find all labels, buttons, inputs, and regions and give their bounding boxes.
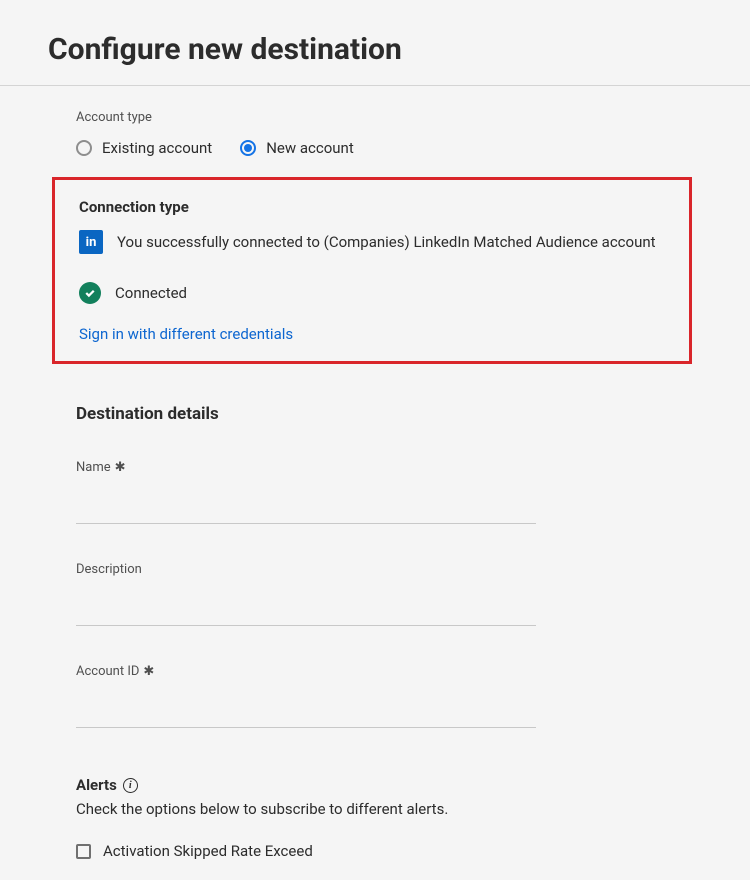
field-description-label: Description (76, 562, 702, 577)
radio-new-label: New account (266, 139, 354, 157)
account-id-input[interactable] (76, 707, 536, 728)
title-divider (0, 85, 750, 86)
account-type-radio-group: Existing account New account (76, 139, 702, 157)
field-name-group: Name ✱ (76, 460, 702, 524)
info-icon[interactable]: i (123, 778, 138, 793)
radio-existing-label: Existing account (102, 139, 212, 157)
page-title: Configure new destination (48, 32, 702, 67)
name-input[interactable] (76, 503, 536, 524)
alerts-header: Alerts i (76, 776, 702, 794)
alert-activation-skipped-row: Activation Skipped Rate Exceed (76, 842, 702, 860)
field-accountid-label-text: Account ID (76, 664, 139, 679)
linkedin-icon: in (79, 230, 103, 254)
account-type-label: Account type (76, 110, 702, 125)
check-icon (79, 282, 101, 304)
field-description-group: Description (76, 562, 702, 626)
alert-activation-skipped-checkbox[interactable] (76, 844, 91, 859)
connection-highlight-box: Connection type in You successfully conn… (52, 177, 692, 364)
radio-circle-icon (76, 140, 92, 156)
required-asterisk-icon: ✱ (143, 664, 154, 679)
field-description-label-text: Description (76, 562, 142, 577)
content-area: Account type Existing account New accoun… (48, 110, 702, 860)
alert-activation-skipped-label: Activation Skipped Rate Exceed (103, 842, 313, 860)
description-input[interactable] (76, 605, 536, 626)
field-name-label-text: Name (76, 460, 111, 475)
alerts-description: Check the options below to subscribe to … (76, 800, 702, 818)
connection-status-label: Connected (115, 284, 187, 302)
required-asterisk-icon: ✱ (115, 460, 126, 475)
field-name-label: Name ✱ (76, 460, 702, 475)
alerts-title: Alerts (76, 776, 117, 794)
field-accountid-label: Account ID ✱ (76, 664, 702, 679)
radio-circle-selected-icon (240, 140, 256, 156)
sign-in-different-link[interactable]: Sign in with different credentials (79, 325, 293, 343)
field-accountid-group: Account ID ✱ (76, 664, 702, 728)
destination-details-title: Destination details (76, 404, 702, 424)
connection-message: You successfully connected to (Companies… (117, 233, 656, 251)
radio-existing-account[interactable]: Existing account (76, 139, 212, 157)
connection-message-row: in You successfully connected to (Compan… (79, 230, 665, 254)
connection-type-title: Connection type (79, 198, 665, 216)
page-container: Configure new destination Account type E… (0, 0, 750, 880)
radio-new-account[interactable]: New account (240, 139, 354, 157)
connection-status-row: Connected (79, 282, 665, 304)
